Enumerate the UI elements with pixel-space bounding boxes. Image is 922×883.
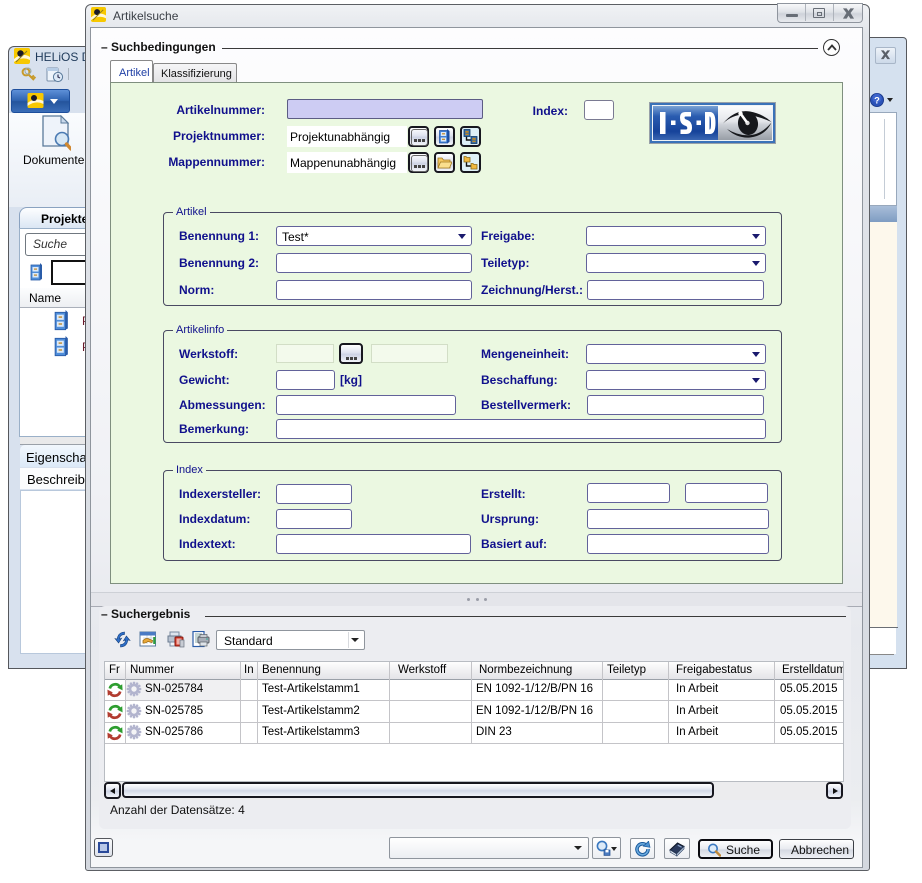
svg-text:?: ?	[874, 95, 880, 105]
